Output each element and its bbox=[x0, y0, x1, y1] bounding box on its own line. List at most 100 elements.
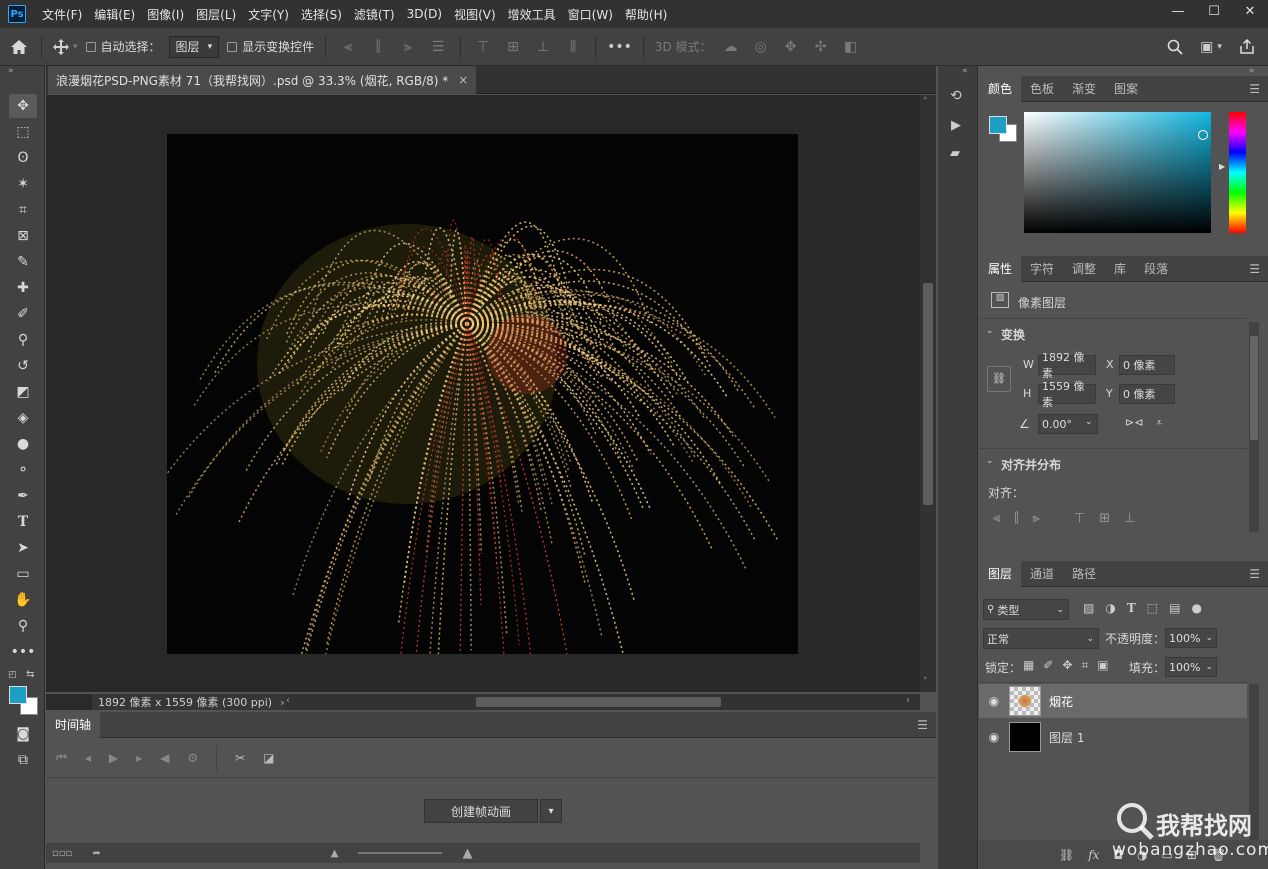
shape-filter-icon[interactable]: ⬚ bbox=[1147, 601, 1158, 615]
auto-select-checkbox[interactable]: 自动选择： bbox=[85, 38, 161, 55]
tab-color[interactable]: 颜色 bbox=[979, 75, 1022, 102]
tab-swatches[interactable]: 色板 bbox=[1021, 76, 1063, 102]
scroll-right-icon[interactable]: › bbox=[906, 695, 910, 706]
scroll-down-icon[interactable]: ˅ bbox=[923, 677, 928, 687]
align-right-icon[interactable]: ⫸ bbox=[1033, 511, 1040, 526]
tab-paragraph[interactable]: 段落 bbox=[1135, 256, 1177, 282]
close-window-button[interactable]: ✕ bbox=[1232, 0, 1268, 22]
menu-layer[interactable]: 图层(L) bbox=[190, 6, 242, 23]
align-left-icon[interactable]: ⫷ bbox=[993, 511, 1000, 526]
menu-help[interactable]: 帮助(H) bbox=[619, 6, 673, 23]
width-field[interactable]: 1892 像素 bbox=[1038, 351, 1096, 380]
crop-tool[interactable]: ⌗ bbox=[9, 198, 37, 222]
tab-libraries[interactable]: 库 bbox=[1105, 256, 1135, 282]
opacity-field[interactable]: 100% ⌄ bbox=[1165, 628, 1217, 648]
zoom-in-mountain-icon[interactable]: ▲ bbox=[462, 846, 472, 861]
create-frame-animation-button[interactable]: 创建帧动画 bbox=[424, 799, 539, 823]
collapse-arrows-icon[interactable]: » bbox=[8, 66, 14, 76]
distribute-v-button[interactable]: ⫼ bbox=[562, 35, 584, 59]
foreground-color-swatch[interactable] bbox=[9, 686, 27, 704]
chevron-down-icon[interactable]: ⌄ bbox=[986, 456, 994, 466]
lock-transparency-icon[interactable]: ▦ bbox=[1023, 658, 1034, 673]
roll-3d-button[interactable]: ◎ bbox=[750, 35, 772, 59]
dodge-tool[interactable]: ⚬ bbox=[9, 458, 37, 482]
x-field[interactable]: 0 像素 bbox=[1119, 355, 1175, 375]
path-select-tool[interactable]: ➤ bbox=[9, 536, 37, 560]
height-field[interactable]: 1559 像素 bbox=[1038, 380, 1096, 409]
foreground-color-swatch[interactable] bbox=[989, 116, 1007, 134]
smart-object-filter-icon[interactable]: ▤ bbox=[1169, 601, 1180, 615]
visibility-eye-icon[interactable]: ◉ bbox=[979, 694, 1009, 708]
canvas-area[interactable] bbox=[46, 95, 920, 692]
align-top-button[interactable]: ⊤ bbox=[472, 35, 494, 59]
fx-button[interactable]: fx bbox=[1088, 848, 1099, 862]
filter-toggle-icon[interactable]: ● bbox=[1191, 601, 1201, 615]
align-section-title[interactable]: 对齐并分布 bbox=[1001, 456, 1061, 473]
align-top-icon[interactable]: ⊤ bbox=[1074, 511, 1085, 526]
menu-window[interactable]: 窗口(W) bbox=[562, 6, 619, 23]
frame-tool[interactable]: ⊠ bbox=[9, 224, 37, 248]
workspace-button[interactable]: ▣ ▾ bbox=[1200, 35, 1222, 59]
align-vcenter-button[interactable]: ⊞ bbox=[502, 35, 524, 59]
marquee-tool[interactable]: ⬚ bbox=[9, 120, 37, 144]
tab-character[interactable]: 字符 bbox=[1021, 256, 1063, 282]
align-hcenter-button[interactable]: ⫿ bbox=[367, 35, 389, 59]
swap-colors-icon[interactable]: ⇆ bbox=[26, 669, 34, 680]
first-frame-icon[interactable]: ⏮ bbox=[56, 750, 67, 765]
align-left-button[interactable]: ⫷ bbox=[337, 35, 359, 59]
play-icon[interactable]: ▶ bbox=[109, 751, 118, 765]
horizontal-scrollbar[interactable]: ‹ › bbox=[286, 694, 920, 710]
panel-menu-icon[interactable]: ☰ bbox=[1249, 262, 1260, 276]
quick-mask-button[interactable]: ◙ bbox=[9, 722, 37, 746]
menu-image[interactable]: 图像(I) bbox=[141, 6, 190, 23]
layer-row-fireworks[interactable]: ◉ 烟花 bbox=[979, 684, 1247, 718]
menu-filter[interactable]: 滤镜(T) bbox=[348, 6, 401, 23]
menu-view[interactable]: 视图(V) bbox=[448, 6, 502, 23]
auto-select-dropdown[interactable]: 图层 ▾ bbox=[168, 35, 220, 58]
tab-gradients[interactable]: 渐变 bbox=[1063, 76, 1105, 102]
default-colors-icon[interactable]: ◰ bbox=[8, 670, 17, 680]
menu-edit[interactable]: 编辑(E) bbox=[88, 6, 141, 23]
visibility-eye-icon[interactable]: ◉ bbox=[979, 730, 1009, 744]
vertical-scrollbar[interactable]: ˄ ˅ bbox=[920, 95, 936, 692]
properties-scrollbar[interactable] bbox=[1249, 322, 1259, 532]
pen-tool[interactable]: ✒ bbox=[9, 484, 37, 508]
minimize-button[interactable]: — bbox=[1160, 0, 1196, 22]
transition-icon[interactable]: ◪ bbox=[263, 751, 274, 765]
more-tools-button[interactable]: ••• bbox=[9, 640, 37, 664]
align-bottom-icon[interactable]: ⊥ bbox=[1124, 511, 1135, 526]
move-tool[interactable]: ✥ bbox=[9, 94, 37, 118]
history-brush-tool[interactable]: ↺ bbox=[9, 354, 37, 378]
paint-bucket-tool[interactable]: ◈ bbox=[9, 406, 37, 430]
comments-icon[interactable]: ▰ bbox=[950, 146, 960, 161]
convert-arrow-icon[interactable]: ➦ bbox=[92, 848, 100, 859]
panel-menu-icon[interactable]: ☰ bbox=[917, 718, 928, 732]
scroll-up-icon[interactable]: ˄ bbox=[923, 97, 928, 107]
align-vcenter-icon[interactable]: ⊞ bbox=[1099, 511, 1110, 526]
lock-artboard-icon[interactable]: ⌗ bbox=[1081, 658, 1088, 673]
brush-tool[interactable]: ✐ bbox=[9, 302, 37, 326]
y-field[interactable]: 0 像素 bbox=[1119, 384, 1175, 404]
layer-row-layer1[interactable]: ◉ 图层 1 bbox=[979, 720, 1247, 754]
collapse-arrows-icon[interactable]: « bbox=[962, 66, 968, 76]
menu-plugins[interactable]: 增效工具 bbox=[502, 6, 562, 23]
next-frame-icon[interactable]: ▸ bbox=[136, 751, 142, 765]
document-tab[interactable]: 浪漫烟花PSD-PNG素材 71（我帮找网）.psd @ 33.3% (烟花, … bbox=[48, 66, 477, 94]
eyedropper-tool[interactable]: ✎ bbox=[9, 250, 37, 274]
fill-field[interactable]: 100% ⌄ bbox=[1165, 657, 1217, 677]
transform-section-title[interactable]: 变换 bbox=[1001, 326, 1025, 343]
vertical-scroll-thumb[interactable] bbox=[923, 283, 933, 505]
lock-image-brush-icon[interactable]: ✐ bbox=[1043, 658, 1053, 673]
actions-play-icon[interactable]: ▶ bbox=[951, 118, 961, 133]
chevron-down-icon[interactable]: ⌄ bbox=[986, 326, 994, 336]
tab-patterns[interactable]: 图案 bbox=[1105, 76, 1147, 102]
panel-menu-icon[interactable]: ☰ bbox=[1249, 567, 1260, 581]
flip-vertical-icon[interactable]: ⩡ bbox=[1156, 416, 1162, 430]
orbit-3d-button[interactable]: ☁ bbox=[720, 35, 742, 59]
history-icon[interactable]: ⟲ bbox=[950, 88, 962, 104]
chevron-down-icon[interactable]: ▾ bbox=[540, 799, 563, 823]
tab-timeline[interactable]: 时间轴 bbox=[46, 711, 101, 738]
home-button[interactable] bbox=[8, 35, 30, 59]
search-button[interactable] bbox=[1164, 35, 1186, 59]
collapse-arrows-icon[interactable]: » bbox=[1249, 66, 1255, 76]
